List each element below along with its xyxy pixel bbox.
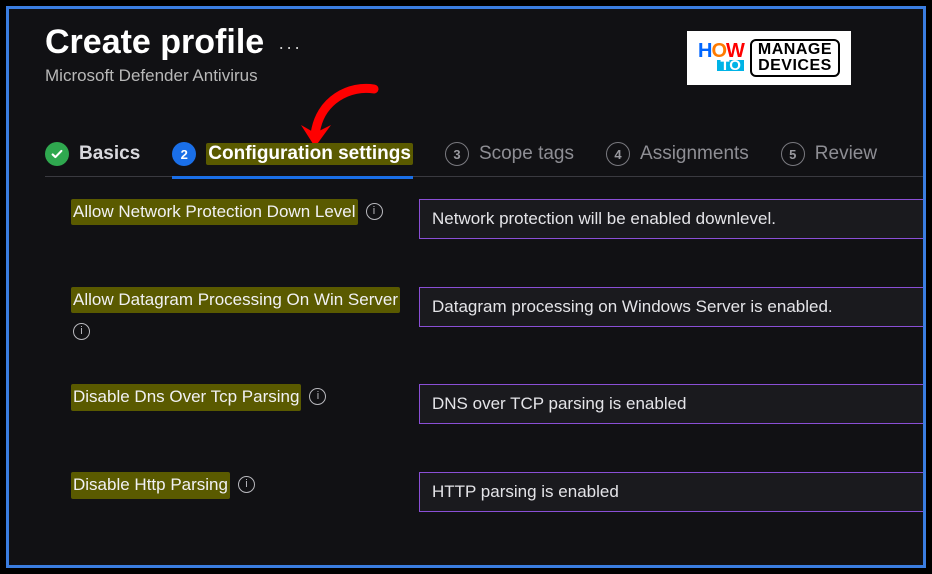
setting-label: Allow Datagram Processing On Win Server — [71, 287, 400, 313]
setting-select[interactable]: DNS over TCP parsing is enabled — [419, 384, 925, 424]
step-number-icon: 3 — [445, 142, 469, 166]
step-number-icon: 5 — [781, 142, 805, 166]
tab-label: Scope tags — [479, 143, 574, 165]
tab-configuration-settings[interactable]: 2 Configuration settings — [172, 142, 413, 166]
setting-label: Disable Http Parsing — [71, 472, 230, 498]
tab-review[interactable]: 5 Review — [781, 142, 877, 166]
tab-basics[interactable]: Basics — [45, 142, 140, 166]
setting-row: Disable Dns Over Tcp Parsing i DNS over … — [71, 384, 923, 424]
wizard-tabs: Basics 2 Configuration settings 3 Scope … — [45, 142, 923, 177]
setting-row: Allow Network Protection Down Level i Ne… — [71, 199, 923, 239]
setting-row: Disable Http Parsing i HTTP parsing is e… — [71, 472, 923, 512]
tab-scope-tags[interactable]: 3 Scope tags — [445, 142, 574, 166]
info-icon[interactable]: i — [73, 323, 90, 340]
tab-label: Configuration settings — [206, 143, 413, 165]
step-number-icon: 4 — [606, 142, 630, 166]
setting-row: Allow Datagram Processing On Win Server … — [71, 287, 923, 336]
more-menu-button[interactable]: ··· — [278, 37, 302, 62]
setting-select[interactable]: Network protection will be enabled downl… — [419, 199, 925, 239]
page-title: Create profile — [45, 23, 264, 62]
setting-select[interactable]: Datagram processing on Windows Server is… — [419, 287, 925, 327]
tab-label: Assignments — [640, 143, 749, 165]
check-icon — [45, 142, 69, 166]
setting-label: Disable Dns Over Tcp Parsing — [71, 384, 301, 410]
tab-label: Review — [815, 143, 877, 165]
tab-label: Basics — [79, 143, 140, 165]
active-tab-underline — [172, 176, 413, 179]
info-icon[interactable]: i — [366, 203, 383, 220]
info-icon[interactable]: i — [309, 388, 326, 405]
step-number-icon: 2 — [172, 142, 196, 166]
setting-select[interactable]: HTTP parsing is enabled — [419, 472, 925, 512]
setting-label: Allow Network Protection Down Level — [71, 199, 358, 225]
info-icon[interactable]: i — [238, 476, 255, 493]
tab-assignments[interactable]: 4 Assignments — [606, 142, 749, 166]
watermark-logo: HOW TO MANAGE DEVICES — [687, 31, 851, 85]
settings-form: Allow Network Protection Down Level i Ne… — [45, 199, 923, 512]
